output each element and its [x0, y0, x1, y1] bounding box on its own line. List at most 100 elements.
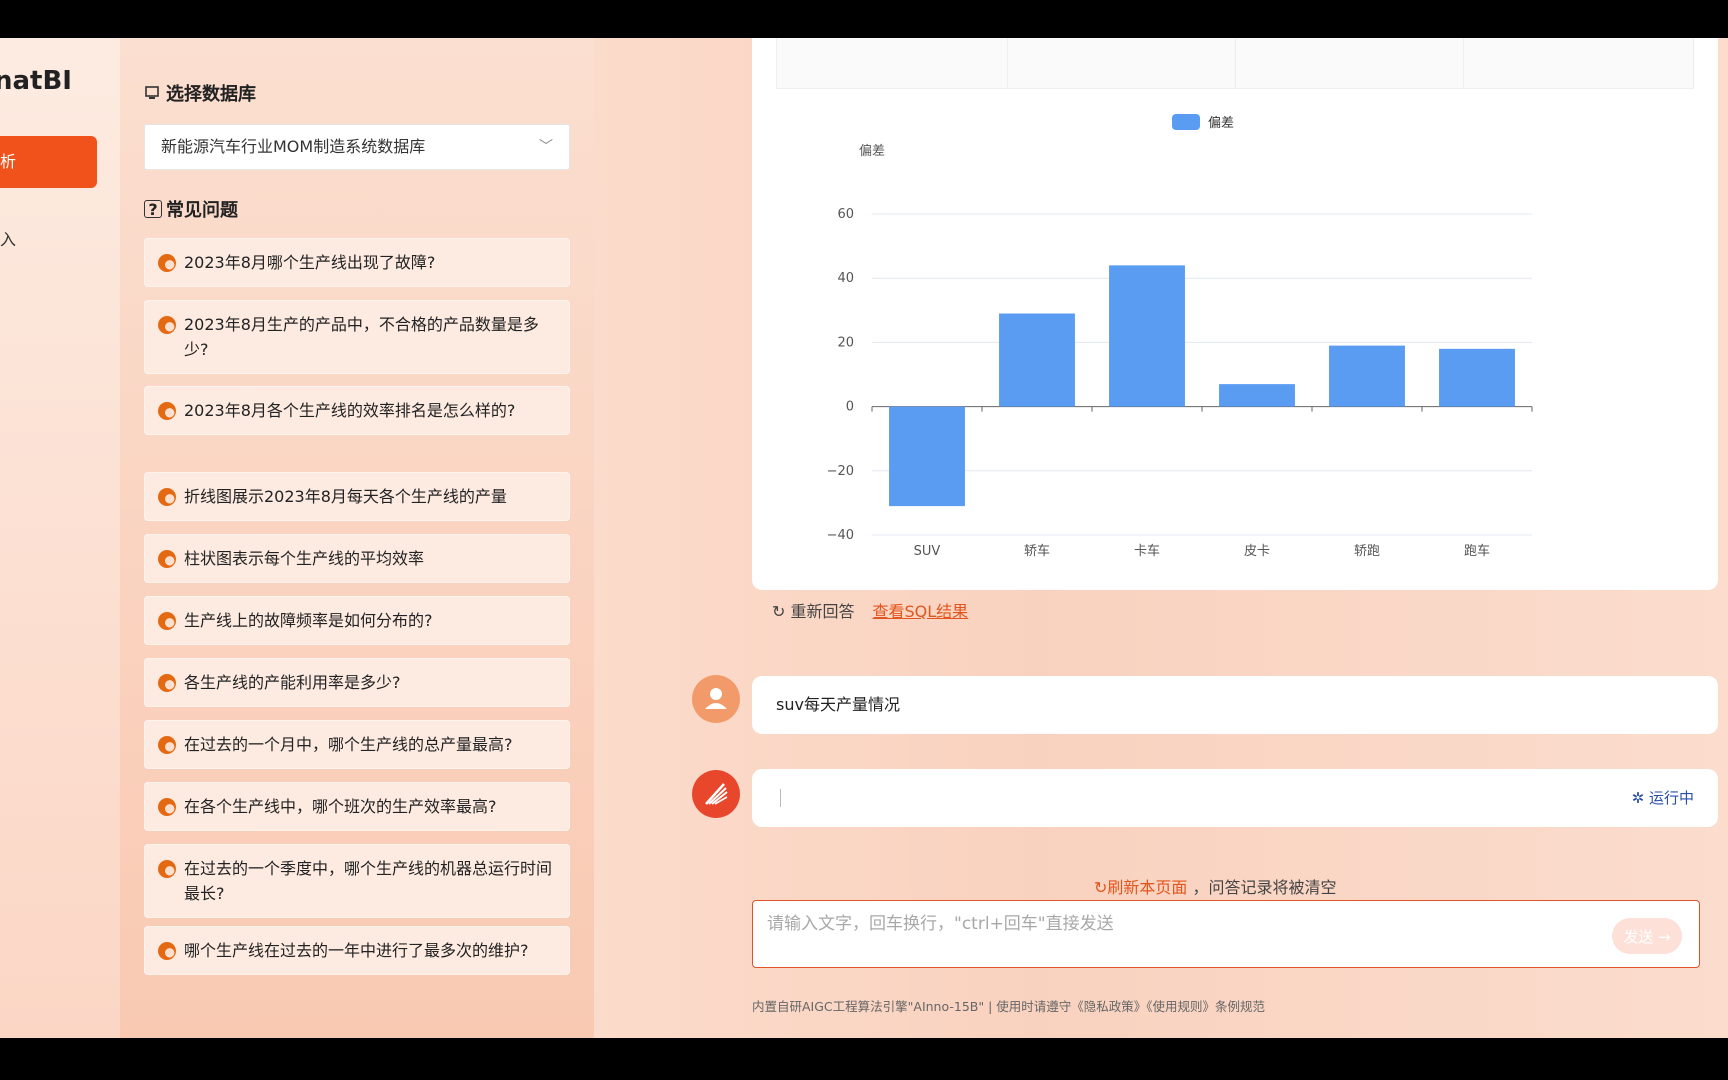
faq-item[interactable]: 2023年8月各个生产线的效率排名是怎么样的? [144, 386, 570, 435]
faq-item[interactable]: 柱状图表示每个生产线的平均效率 [144, 534, 570, 583]
refresh-note-text: ，问答记录将被清空 [1192, 878, 1337, 897]
bullet-icon [158, 860, 176, 878]
bullet-icon [158, 674, 176, 692]
bullet-icon [158, 402, 176, 420]
database-select-value: 新能源汽车行业MOM制造系统数据库 [161, 137, 426, 156]
user-message: suv每天产量情况 [752, 676, 1718, 734]
x-tick-label: 跑车 [1464, 543, 1490, 559]
bullet-icon [158, 254, 176, 272]
chart-card: 偏差 偏差 SUV 轿车 卡车 皮卡 轿跑 跑车 60 40 20 0 −20 −40 [752, 38, 1718, 590]
faq-item-text: 柱状图表示每个生产线的平均效率 [184, 549, 425, 568]
faq-item-text: 生产线上的故障频率是如何分布的? [184, 611, 433, 630]
faq-item-text: 哪个生产线在过去的一年中进行了最多次的维护? [184, 941, 529, 960]
faq-item[interactable]: 生产线上的故障频率是如何分布的? [144, 596, 570, 645]
text-cursor [780, 789, 781, 807]
database-select[interactable]: 新能源汽车行业MOM制造系统数据库 ﹀ [144, 124, 570, 170]
faq-title: 常见问题 [166, 200, 238, 221]
faq-item-text: 2023年8月各个生产线的效率排名是怎么样的? [184, 401, 516, 420]
brand-logo: natBI [0, 66, 72, 96]
y-tick-label: −20 [827, 464, 854, 479]
bullet-icon [158, 316, 176, 334]
footer-note: 内置自研AIGC工程算法引擎"AInno-15B" | 使用时请遵守《隐私政策》… [752, 999, 1266, 1014]
bar-跑车 [1439, 348, 1515, 407]
bar-卡车 [1109, 265, 1185, 407]
wing-icon [705, 783, 728, 805]
faq-item-text: 在各个生产线中，哪个班次的生产效率最高? [184, 797, 497, 816]
legend-swatch [1172, 113, 1200, 130]
spinner-icon: ✲ [1631, 789, 1645, 807]
send-button[interactable]: 发送 → [1612, 918, 1682, 954]
chart-legend[interactable]: 偏差 [1172, 112, 1234, 131]
y-axis-label: 偏差 [859, 144, 885, 159]
bar-SUV [889, 406, 965, 507]
question-panel: 选择数据库 新能源汽车行业MOM制造系统数据库 ﹀ ? 常见问题 2023年8月… [120, 38, 594, 1038]
bullet-icon [158, 550, 176, 568]
y-tick-label: 40 [837, 271, 854, 286]
faq-item[interactable]: 在过去的一个月中，哪个生产线的总产量最高? [144, 720, 570, 769]
refresh-note: ↻刷新本页面 ，问答记录将被清空 [1094, 874, 1337, 898]
refresh-page-label: 刷新本页面 [1107, 878, 1188, 897]
bar-轿车 [999, 313, 1075, 407]
refresh-icon: ↻ [772, 602, 786, 621]
faq-item[interactable]: 在过去的一个季度中，哪个生产线的机器总运行时间最长? [144, 844, 570, 918]
faq-item-text: 在过去的一个月中，哪个生产线的总产量最高? [184, 735, 513, 754]
run-status: ✲ 运行中 [1632, 769, 1694, 827]
bullet-icon [158, 942, 176, 960]
chart-y-labels: 60 40 20 0 −20 −40 [827, 207, 854, 543]
chart-x-labels: SUV 轿车 卡车 皮卡 轿跑 跑车 [914, 543, 1490, 559]
result-table-strip [776, 38, 1694, 89]
bullet-icon [158, 488, 176, 506]
faq-item-text: 2023年8月生产的产品中，不合格的产品数量是多少? [184, 315, 539, 359]
y-tick-label: −40 [827, 528, 854, 543]
regenerate-button[interactable]: ↻ 重新回答 [772, 598, 855, 622]
answer-actions: ↻ 重新回答 查看SQL结果 [772, 598, 968, 622]
chevron-down-icon: ﹀ [539, 139, 553, 155]
db-title: 选择数据库 [166, 84, 256, 105]
view-sql-link[interactable]: 查看SQL结果 [873, 598, 969, 622]
app-window: natBI 析 入 选择数据库 新能源汽车行业MOM制造系统数据库 ﹀ ? 常见… [0, 38, 1728, 1038]
y-tick-label: 20 [837, 335, 854, 350]
refresh-page-link[interactable]: ↻刷新本页面 [1094, 878, 1193, 897]
bar-chart: 偏差 SUV 轿车 卡车 皮卡 轿跑 跑车 60 40 20 0 −20 −40 [827, 144, 1533, 559]
x-tick-label: 卡车 [1134, 543, 1160, 559]
faq-section-title: ? 常见问题 [144, 196, 238, 222]
x-tick-label: 轿跑 [1354, 544, 1380, 559]
faq-item-text: 折线图展示2023年8月每天各个生产线的产量 [184, 487, 507, 506]
bar-皮卡 [1219, 384, 1295, 407]
faq-item-text: 在过去的一个季度中，哪个生产线的机器总运行时间最长? [184, 859, 553, 903]
faq-item[interactable]: 哪个生产线在过去的一年中进行了最多次的维护? [144, 926, 570, 975]
bar-轿跑 [1329, 345, 1405, 407]
legend-label: 偏差 [1208, 116, 1235, 131]
user-avatar [692, 675, 740, 723]
faq-item[interactable]: 在各个生产线中，哪个班次的生产效率最高? [144, 782, 570, 831]
bot-message: ✲ 运行中 [752, 769, 1718, 827]
x-tick-label: SUV [914, 544, 941, 559]
bullet-icon [158, 736, 176, 754]
nav-item-analysis[interactable]: 析 [0, 136, 97, 188]
db-section-title: 选择数据库 [144, 80, 256, 106]
y-tick-label: 60 [837, 207, 854, 222]
faq-item[interactable]: 2023年8月哪个生产线出现了故障? [144, 238, 570, 287]
table-column-divider [1007, 38, 1008, 88]
faq-item[interactable]: 2023年8月生产的产品中，不合格的产品数量是多少? [144, 300, 570, 374]
y-tick-label: 0 [846, 400, 854, 415]
bot-avatar [692, 770, 740, 818]
question-icon: ? [144, 200, 162, 219]
table-column-divider [1463, 38, 1464, 88]
chat-input[interactable] [752, 900, 1700, 968]
refresh-icon: ↻ [1094, 878, 1108, 897]
database-icon [144, 84, 162, 102]
user-icon [705, 688, 727, 709]
chart-bars [889, 265, 1515, 507]
faq-item[interactable]: 折线图展示2023年8月每天各个生产线的产量 [144, 472, 570, 521]
table-column-divider [1235, 38, 1236, 88]
bullet-icon [158, 798, 176, 816]
x-tick-label: 皮卡 [1244, 544, 1270, 559]
left-nav: natBI 析 入 [0, 38, 120, 1038]
faq-item-text: 各生产线的产能利用率是多少? [184, 673, 401, 692]
nav-item-import[interactable]: 入 [0, 226, 16, 250]
faq-item[interactable]: 各生产线的产能利用率是多少? [144, 658, 570, 707]
regenerate-label: 重新回答 [790, 602, 855, 621]
bullet-icon [158, 612, 176, 630]
chart-grid [871, 213, 1533, 536]
